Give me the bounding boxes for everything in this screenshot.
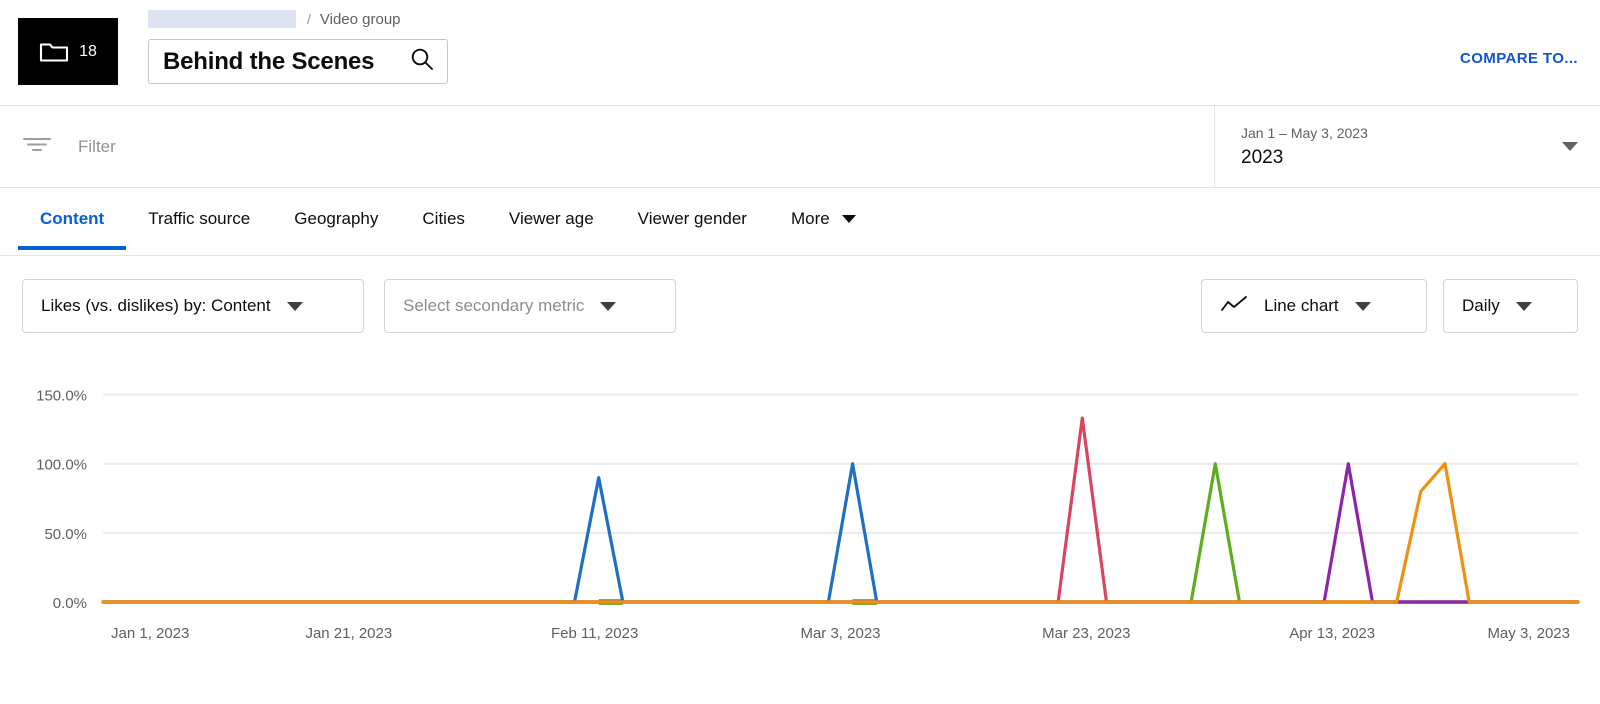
tab-label: Traffic source <box>148 209 251 228</box>
x-axis-tick-label: Jan 21, 2023 <box>305 625 392 642</box>
x-axis-tick-label: Apr 13, 2023 <box>1289 625 1375 642</box>
breadcrumb: / Video group <box>148 8 448 30</box>
title-block: / Video group Behind the Scenes <box>148 8 448 84</box>
chart-display-controls: Line chart Daily <box>1201 279 1578 333</box>
chart-controls: Likes (vs. dislikes) by: Content Select … <box>0 256 1600 356</box>
page-header: 18 / Video group Behind the Scenes COMPA… <box>0 0 1600 105</box>
tab-geography[interactable]: Geography <box>272 188 400 250</box>
x-axis-tick-label: Feb 11, 2023 <box>551 625 638 642</box>
folder-icon <box>39 40 69 64</box>
tab-label: Viewer age <box>508 209 594 228</box>
x-axis-tick-label: Mar 23, 2023 <box>1042 625 1130 642</box>
tab-label: Viewer gender <box>637 209 747 228</box>
chevron-down-icon[interactable] <box>1562 142 1578 151</box>
date-preset-value: 2023 <box>1241 146 1284 168</box>
x-axis-tick-label: Jan 1, 2023 <box>111 625 189 642</box>
chart-canvas[interactable]: 0.0% 50.0% 100.0% 150.0% Jan 1, 2023 Jan 21, … <box>0 356 1600 656</box>
tab-label: Content <box>40 209 105 228</box>
breadcrumb-channel-redacted <box>148 10 296 28</box>
breadcrumb-type: Video group <box>319 10 401 28</box>
tab-cities[interactable]: Cities <box>400 188 487 250</box>
y-axis-tick-label: 50.0% <box>44 526 87 543</box>
breadcrumb-separator: / <box>307 11 311 27</box>
y-axis-tick-label: 100.0% <box>36 457 87 474</box>
group-search-box[interactable]: Behind the Scenes <box>148 39 448 84</box>
x-axis-tick-label: Mar 3, 2023 <box>800 625 880 642</box>
granularity-value: Daily <box>1462 296 1500 315</box>
analytics-tabs: Content Traffic source Geography Cities … <box>0 188 1600 256</box>
chevron-down-icon <box>1354 301 1371 311</box>
tab-traffic-source[interactable]: Traffic source <box>126 188 272 250</box>
filter-icon <box>22 134 52 159</box>
compare-to-button[interactable]: COMPARE TO... <box>1460 50 1578 67</box>
video-group-thumbnail: 18 <box>18 18 118 85</box>
tab-content[interactable]: Content <box>18 188 127 250</box>
tab-label: More <box>790 209 830 228</box>
secondary-metric-select[interactable]: Select secondary metric <box>384 279 676 333</box>
filter-placeholder: Filter <box>78 136 116 156</box>
chevron-down-icon <box>841 215 856 223</box>
chart-type-value: Line chart <box>1264 296 1339 315</box>
date-range-text: Jan 1 – May 3, 2023 2023 <box>1241 123 1562 171</box>
chart-type-select[interactable]: Line chart <box>1201 279 1427 333</box>
video-group-count: 18 <box>79 42 97 60</box>
search-icon[interactable] <box>409 46 435 77</box>
filter-control[interactable]: Filter <box>0 106 1215 187</box>
tab-viewer-gender[interactable]: Viewer gender <box>616 188 769 250</box>
y-axis-tick-label: 0.0% <box>53 595 87 612</box>
filter-bar: Filter Jan 1 – May 3, 2023 2023 <box>0 105 1600 188</box>
tab-viewer-age[interactable]: Viewer age <box>487 188 616 250</box>
tab-more[interactable]: More <box>769 188 878 250</box>
x-axis-tick-label: May 3, 2023 <box>1487 625 1570 642</box>
group-name: Behind the Scenes <box>163 47 375 75</box>
chevron-down-icon <box>286 301 303 311</box>
y-axis-tick-label: 150.0% <box>36 388 87 405</box>
granularity-select[interactable]: Daily <box>1443 279 1578 333</box>
chevron-down-icon <box>1515 301 1532 311</box>
date-range-selector[interactable]: Jan 1 – May 3, 2023 2023 <box>1215 106 1600 187</box>
primary-metric-select[interactable]: Likes (vs. dislikes) by: Content <box>22 279 364 333</box>
date-range-value: Jan 1 – May 3, 2023 <box>1241 124 1368 141</box>
tab-label: Geography <box>294 209 379 228</box>
chevron-down-icon <box>600 301 617 311</box>
secondary-metric-placeholder: Select secondary metric <box>403 296 585 315</box>
tab-label: Cities <box>422 209 465 228</box>
primary-metric-value: Likes (vs. dislikes) by: Content <box>41 296 271 315</box>
line-chart-icon <box>1220 295 1248 318</box>
analytics-chart: 0.0% 50.0% 100.0% 150.0% Jan 1, 2023 Jan 21, … <box>0 356 1600 656</box>
